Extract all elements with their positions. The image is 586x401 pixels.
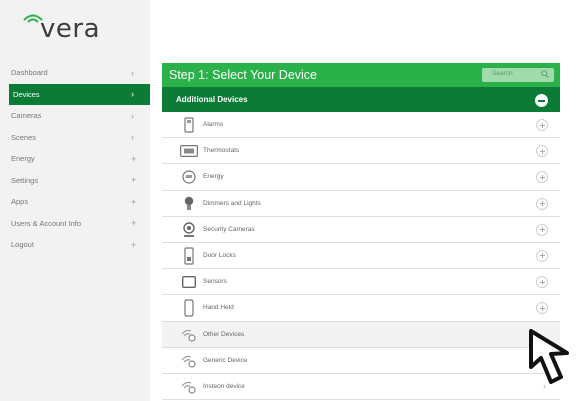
sidebar-item-apps[interactable]: Apps +	[9, 191, 150, 213]
sidebar-item-devices[interactable]: Devices ›	[9, 83, 150, 105]
sidebar-item-settings[interactable]: Settings +	[9, 170, 150, 192]
add-icon[interactable]	[536, 276, 548, 289]
device-row-hand-held[interactable]: Hand Held	[162, 295, 560, 322]
wireless-device-icon	[180, 378, 198, 396]
section-header[interactable]: Additional Devices	[162, 87, 560, 112]
device-label: Dimmers and Lights	[203, 199, 261, 207]
chevron-right-icon: ›	[131, 67, 134, 78]
logo-text: vera	[40, 14, 101, 44]
light-bulb-icon	[180, 195, 198, 213]
sidebar-item-label: Users & Account Info	[11, 218, 82, 228]
sidebar-item-label: Scenes	[11, 132, 37, 142]
wireless-device-icon	[180, 352, 198, 370]
alarm-panel-icon	[180, 116, 198, 134]
add-icon[interactable]	[536, 119, 548, 131]
expand-icon: +	[131, 218, 137, 229]
device-label: Hand Held	[203, 304, 234, 312]
device-row-sensors[interactable]: Sensors	[162, 269, 560, 296]
sidebar-item-scenes[interactable]: Scenes ›	[9, 127, 150, 149]
sidebar-item-label: Energy	[11, 154, 35, 164]
expand-icon: +	[131, 196, 137, 207]
sidebar-item-label: Cameras	[11, 111, 42, 121]
sidebar-item-label: Logout	[11, 240, 34, 250]
wireless-device-icon	[180, 326, 198, 344]
sidebar-item-label: Dashboard	[11, 68, 48, 78]
device-list: Alarms Thermostats Energy Dimmers and Li…	[162, 112, 560, 401]
sidebar-item-energy[interactable]: Energy +	[9, 148, 150, 170]
panel-header: Step 1: Select Your Device Search	[162, 63, 560, 87]
add-icon[interactable]	[536, 171, 548, 184]
device-row-energy[interactable]: Energy	[162, 164, 560, 191]
add-icon[interactable]	[536, 223, 548, 236]
device-label: Alarms	[203, 121, 224, 129]
device-label: Energy	[203, 173, 224, 181]
mouse-pointer-icon	[529, 329, 569, 384]
sidebar-item-users-account-info[interactable]: Users & Account Info +	[9, 213, 150, 235]
device-label: Sensors	[203, 278, 227, 286]
search-icon	[541, 70, 549, 78]
device-row-thermostats[interactable]: Thermostats	[162, 138, 560, 165]
sidebar-item-label: Settings	[11, 175, 39, 185]
sidebar-item-dashboard[interactable]: Dashboard ›	[9, 62, 150, 84]
device-label: Insteon device	[203, 382, 245, 390]
chevron-right-icon: ›	[131, 89, 134, 100]
thermostat-icon	[180, 142, 198, 160]
device-row-security-cameras[interactable]: Security Cameras	[162, 216, 560, 243]
sidebar-item-cameras[interactable]: Cameras ›	[9, 105, 150, 127]
sidebar-item-label: Apps	[11, 197, 29, 207]
device-panel: Step 1: Select Your Device Search Additi…	[162, 63, 560, 401]
device-label: Generic Device	[203, 356, 248, 364]
device-row-door-locks[interactable]: Door Locks	[162, 242, 560, 270]
sidebar-item-logout[interactable]: Logout +	[9, 234, 150, 256]
energy-meter-icon	[180, 168, 198, 186]
chevron-right-icon: ›	[131, 132, 134, 143]
add-icon[interactable]	[536, 145, 548, 158]
expand-icon: +	[131, 153, 137, 164]
section-title: Additional Devices	[176, 95, 248, 104]
search-placeholder: Search	[492, 70, 513, 77]
collapse-button[interactable]	[535, 94, 548, 107]
device-row-insteon-device[interactable]: Insteon device ›	[162, 373, 560, 401]
door-lock-icon	[180, 247, 198, 265]
sensor-icon	[180, 273, 198, 291]
page-title: Step 1: Select Your Device	[169, 68, 318, 82]
device-row-dimmers-lights[interactable]: Dimmers and Lights	[162, 190, 560, 217]
add-icon[interactable]	[536, 249, 548, 262]
expand-icon: +	[131, 175, 137, 186]
security-camera-icon	[180, 221, 198, 239]
device-label: Other Devices	[203, 330, 245, 338]
add-icon[interactable]	[536, 302, 548, 315]
handheld-remote-icon	[180, 299, 198, 317]
device-row-other-devices[interactable]: Other Devices	[162, 321, 560, 348]
sidebar-nav: Dashboard › Devices › Cameras › Scenes ›…	[9, 62, 150, 256]
chevron-right-icon: ›	[131, 110, 134, 121]
sidebar-item-label: Devices	[13, 89, 40, 99]
device-label: Door Locks	[203, 252, 236, 260]
search-input[interactable]: Search	[482, 68, 554, 82]
device-label: Thermostats	[203, 147, 240, 155]
device-label: Security Cameras	[203, 225, 255, 233]
sidebar: vera Dashboard › Devices › Cameras › Sce…	[0, 0, 150, 401]
expand-icon: +	[131, 239, 137, 250]
device-row-generic-device[interactable]: Generic Device	[162, 347, 560, 374]
add-icon[interactable]	[536, 197, 548, 210]
device-row-alarms[interactable]: Alarms	[162, 112, 560, 139]
